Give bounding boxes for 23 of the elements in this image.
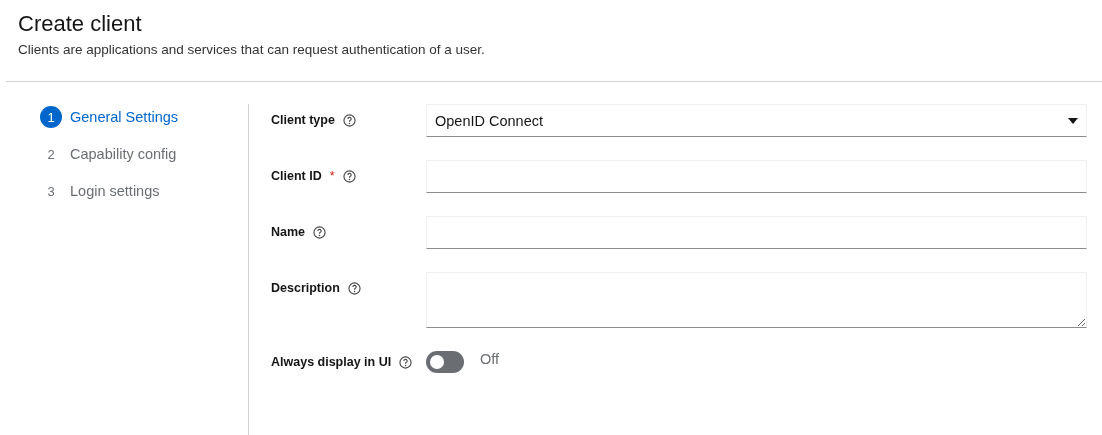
required-asterisk: *	[329, 169, 335, 183]
field-label: Description	[271, 281, 340, 295]
input-field[interactable]	[426, 160, 1087, 193]
switch-state: Off	[480, 351, 500, 367]
help-icon[interactable]	[342, 169, 356, 183]
input-field[interactable]	[426, 216, 1087, 249]
help-icon[interactable]	[399, 355, 413, 369]
toggle-switch[interactable]	[426, 351, 464, 373]
description-field[interactable]	[426, 272, 1087, 328]
field-label: Always display in UI	[271, 355, 392, 369]
field-label: Client ID	[271, 169, 322, 183]
field-label: Name	[271, 225, 306, 239]
help-icon[interactable]	[347, 281, 361, 295]
page-description: Clients are applications and services that can request authentication of a user.	[18, 42, 485, 57]
help-icon[interactable]	[313, 225, 327, 239]
wizard-step[interactable]: 3 Login settings	[40, 180, 160, 202]
client-type-select[interactable]: OpenID Connect	[426, 104, 1087, 137]
field-label: Client type	[271, 113, 335, 127]
help-icon[interactable]	[342, 113, 356, 127]
page-title: Create client	[18, 10, 143, 38]
caret-icon	[1068, 117, 1078, 124]
wizard-step[interactable]: 1 General Settings	[40, 106, 178, 128]
wizard-step[interactable]: 2 Capability config	[40, 143, 177, 165]
